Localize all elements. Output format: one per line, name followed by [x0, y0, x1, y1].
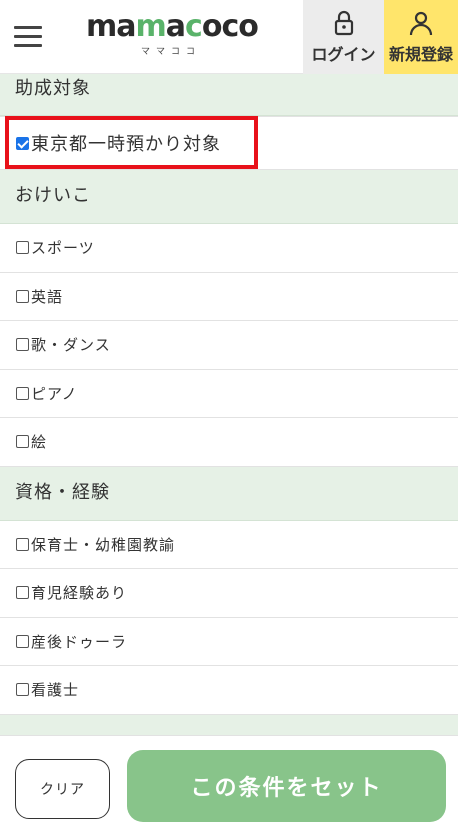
- list-item-postpartum-doula[interactable]: 産後ドゥーラ: [0, 617, 458, 666]
- hamburger-menu-icon[interactable]: [14, 24, 42, 48]
- section-header-subsidy: 助成対象: [0, 74, 458, 116]
- checkbox-checked[interactable]: [16, 136, 29, 150]
- checkbox[interactable]: [16, 338, 29, 352]
- mamacoco-logo[interactable]: mamacoco ママココ: [86, 8, 259, 62]
- list-item-drawing[interactable]: 絵: [0, 418, 458, 467]
- list-item-english[interactable]: 英語: [0, 272, 458, 321]
- checkbox[interactable]: [16, 537, 29, 551]
- item-label: 産後ドゥーラ: [31, 632, 128, 651]
- logo-text: mamacoco: [86, 9, 259, 44]
- item-label: 看護士: [31, 681, 80, 700]
- item-label: スポーツ: [31, 239, 95, 258]
- lock-icon: [334, 10, 353, 36]
- item-label: 歌・ダンス: [31, 336, 111, 355]
- list-item-parenting-experience[interactable]: 育児経験あり: [0, 569, 458, 618]
- app-header: mamacoco ママココ ログイン 新規登録: [0, 0, 458, 74]
- item-label: 東京都一時預かり対象: [31, 134, 221, 155]
- list-item-sports[interactable]: スポーツ: [0, 224, 458, 273]
- list-item-song-dance[interactable]: 歌・ダンス: [0, 321, 458, 370]
- login-label: ログイン: [311, 45, 376, 64]
- item-label: ピアノ: [31, 384, 78, 403]
- logo-subtitle: ママココ: [140, 47, 201, 57]
- checkbox[interactable]: [16, 683, 29, 697]
- item-label: 絵: [31, 433, 48, 452]
- checkbox[interactable]: [16, 386, 29, 400]
- filter-list: 助成対象 東京都一時預かり対象 おけいこ スポーツ 英語 歌・ダンス ピアノ 絵…: [0, 74, 458, 757]
- item-label: 英語: [31, 287, 64, 306]
- checkbox[interactable]: [16, 289, 29, 303]
- person-icon: [409, 11, 433, 36]
- list-item-nurse[interactable]: 看護士: [0, 666, 458, 715]
- section-header-qualifications: 資格・経験: [0, 466, 458, 521]
- checkbox[interactable]: [16, 634, 29, 648]
- item-label: 保育士・幼稚園教諭: [31, 535, 176, 554]
- clear-button[interactable]: クリア: [15, 759, 110, 819]
- item-label: 育児経験あり: [31, 584, 128, 603]
- section-header-lessons: おけいこ: [0, 170, 458, 224]
- checkbox[interactable]: [16, 586, 29, 600]
- signup-button[interactable]: 新規登録: [384, 0, 458, 74]
- checkbox[interactable]: [16, 241, 29, 255]
- set-conditions-button[interactable]: この条件をセット: [127, 750, 446, 822]
- signup-label: 新規登録: [388, 45, 453, 64]
- filter-footer: クリア この条件をセット: [0, 735, 458, 830]
- list-item-tokyo-temporary-care[interactable]: 東京都一時預かり対象: [0, 116, 458, 170]
- checkbox[interactable]: [16, 435, 29, 449]
- list-item-childcare-teacher[interactable]: 保育士・幼稚園教諭: [0, 520, 458, 569]
- list-item-piano[interactable]: ピアノ: [0, 369, 458, 418]
- login-button[interactable]: ログイン: [303, 0, 384, 74]
